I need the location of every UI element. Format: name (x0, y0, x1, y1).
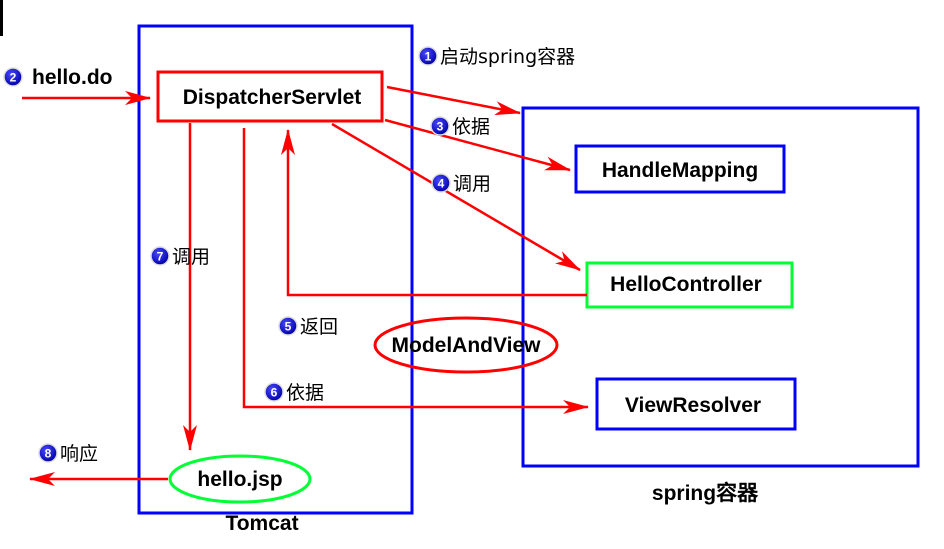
step-badge-number: 3 (437, 120, 444, 134)
step-label: 依据 (286, 382, 324, 404)
step-badge-number: 5 (285, 320, 292, 334)
arrow-view-resolver (242, 128, 589, 414)
spring-container-label: spring容器 (652, 481, 759, 505)
step-2-marker: 2 hello.do (3, 66, 113, 89)
step-badge-number: 1 (425, 50, 432, 64)
diagram: Tomcat spring容器 DispatcherServlet Handle… (0, 0, 944, 549)
view-resolver-label: ViewResolver (625, 394, 761, 417)
cursor-mark (0, 0, 3, 36)
step-label: 调用 (172, 246, 210, 268)
step-7-marker: 7 调用 (150, 246, 210, 268)
hello-controller-label: HelloController (610, 273, 762, 296)
step-label: 启动spring容器 (440, 46, 575, 68)
step-8-marker: 8 响应 (38, 443, 98, 465)
arrow-call-controller (331, 122, 581, 272)
step-label: 返回 (300, 316, 338, 338)
step-5-marker: 5 返回 (278, 316, 338, 338)
step-3-marker: 3 依据 (430, 116, 490, 138)
handle-mapping-label: HandleMapping (602, 159, 758, 182)
step-label: 调用 (453, 173, 491, 195)
arrow-start-spring (386, 85, 521, 116)
hello-jsp-label: hello.jsp (197, 468, 282, 491)
step-badge-number: 8 (45, 447, 52, 461)
arrow-return (281, 129, 587, 297)
step-label: hello.do (32, 66, 113, 89)
springmvc-flow-diagram: Tomcat spring容器 DispatcherServlet Handle… (0, 0, 920, 535)
tomcat-label: Tomcat (225, 512, 298, 535)
step-badge-number: 6 (271, 386, 278, 400)
step-label: 响应 (60, 443, 98, 465)
step-badge-number: 2 (10, 71, 17, 85)
step-4-marker: 4 调用 (431, 173, 491, 195)
model-and-view-label: ModelAndView (392, 334, 542, 357)
step-label: 依据 (452, 116, 490, 138)
step-badge-number: 4 (438, 177, 445, 191)
step-1-marker: 1 启动spring容器 (418, 46, 575, 68)
step-badge-number: 7 (157, 250, 164, 264)
step-6-marker: 6 依据 (264, 382, 324, 404)
dispatcher-servlet-label: DispatcherServlet (183, 86, 362, 109)
